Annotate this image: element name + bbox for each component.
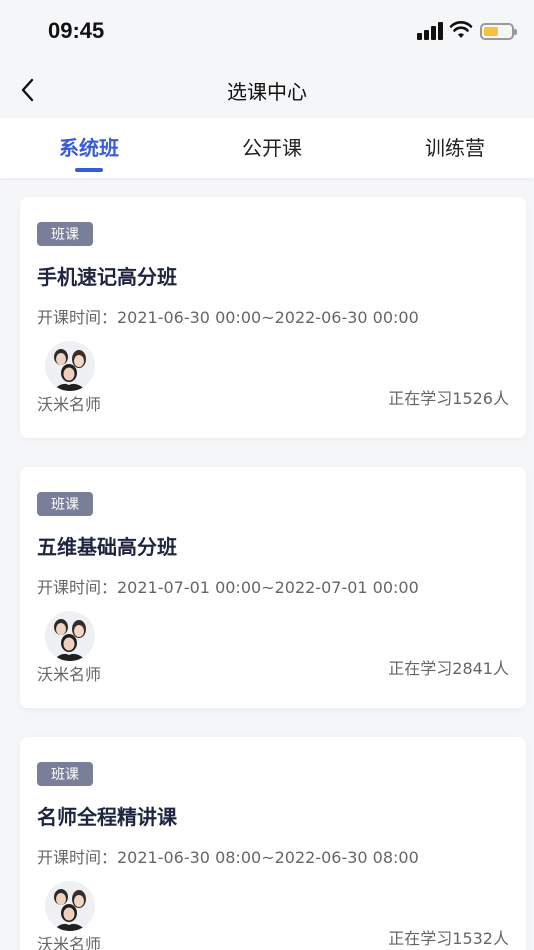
course-title: 名师全程精讲课 — [37, 805, 177, 829]
nav-bar: 选课中心 — [0, 62, 534, 118]
page-title: 选课中心 — [227, 80, 307, 104]
course-card[interactable]: 班课 五维基础高分班 开课时间：2021-07-01 00:00~2022-07… — [20, 467, 526, 708]
learning-count: 正在学习2841人 — [388, 659, 509, 678]
status-bar: 09:45 — [0, 0, 534, 62]
battery-icon — [480, 23, 517, 40]
course-type-badge: 班课 — [37, 762, 93, 786]
course-time: 开课时间：2021-06-30 00:00~2022-06-30 00:00 — [37, 308, 419, 327]
course-type-badge: 班课 — [37, 492, 93, 516]
cellular-signal-icon — [417, 22, 443, 40]
status-time: 09:45 — [48, 18, 105, 43]
course-time: 开课时间：2021-07-01 00:00~2022-07-01 00:00 — [37, 578, 419, 597]
learning-count: 正在学习1526人 — [388, 389, 509, 408]
battery-level — [484, 27, 498, 36]
course-time: 开课时间：2021-06-30 08:00~2022-06-30 08:00 — [37, 848, 419, 867]
teacher-name: 沃米名师 — [37, 665, 102, 684]
tab-system-class[interactable]: 系统班 — [0, 132, 178, 161]
tab-open-course[interactable]: 公开课 — [183, 132, 361, 161]
course-type-badge: 班课 — [37, 222, 93, 246]
wifi-icon — [449, 21, 473, 38]
teacher-avatar — [45, 611, 95, 661]
teacher-name: 沃米名师 — [37, 935, 102, 950]
course-card[interactable]: 班课 手机速记高分班 开课时间：2021-06-30 00:00~2022-06… — [20, 197, 526, 438]
teacher-avatar — [45, 341, 95, 391]
teacher-avatar — [45, 881, 95, 931]
course-card[interactable]: 班课 名师全程精讲课 开课时间：2021-06-30 08:00~2022-06… — [20, 737, 526, 950]
learning-count: 正在学习1532人 — [388, 929, 509, 948]
tab-training-camp[interactable]: 训练营 — [366, 132, 534, 161]
course-title: 五维基础高分班 — [37, 535, 177, 559]
tab-active-indicator — [75, 168, 103, 172]
course-title: 手机速记高分班 — [37, 265, 177, 289]
teacher-name: 沃米名师 — [37, 395, 102, 414]
